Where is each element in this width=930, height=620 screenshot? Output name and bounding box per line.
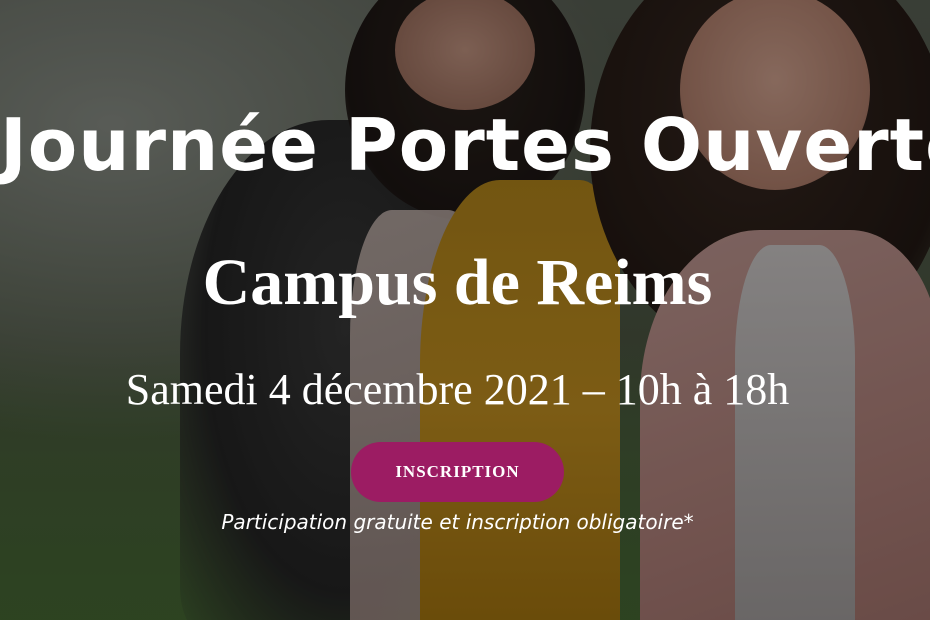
- event-date: Samedi 4 décembre 2021 – 10h à 18h: [125, 365, 790, 414]
- hero-headline: Journée Portes Ouvertes: [0, 103, 930, 187]
- participation-note: Participation gratuite et inscription ob…: [221, 510, 694, 534]
- hero-banner: Journée Portes Ouvertes Campus de Reims …: [0, 0, 930, 620]
- hero-content: Journée Portes Ouvertes Campus de Reims …: [0, 0, 930, 620]
- inscription-button[interactable]: INSCRIPTION: [351, 442, 564, 502]
- campus-title: Campus de Reims: [202, 246, 713, 319]
